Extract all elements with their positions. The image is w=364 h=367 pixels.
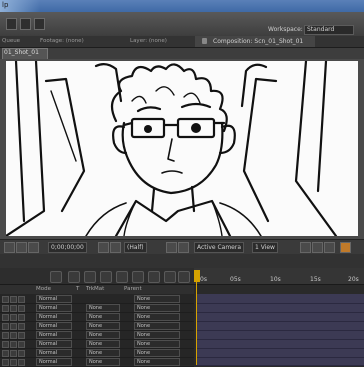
auto-keyframe-icon[interactable] [148,271,160,283]
current-time-line [196,282,197,365]
lock-switch-icon[interactable] [10,323,17,330]
safe-zones-icon[interactable] [16,242,27,253]
parent-dropdown[interactable]: None [134,304,180,312]
hide-shy-layers-icon[interactable] [84,271,96,283]
resolution-select[interactable]: (Half) [124,242,147,253]
ruler-tick: 05s [230,276,241,283]
lock-switch-icon[interactable] [10,296,17,303]
lock-icon[interactable] [202,38,207,44]
visibility-icon[interactable] [2,323,9,330]
frame-blending-icon[interactable] [100,271,112,283]
lock-switch-icon[interactable] [10,332,17,339]
label-color-icon[interactable] [18,332,25,339]
trkmat-dropdown[interactable]: None [86,340,120,348]
camera-select[interactable]: Active Camera [194,242,245,253]
tab-layer[interactable]: Layer: (none) [130,38,167,44]
mask-visibility-icon[interactable] [28,242,39,253]
visibility-icon[interactable] [2,350,9,357]
fast-previews-icon[interactable] [312,242,323,253]
label-color-icon[interactable] [18,350,25,357]
mode-dropdown[interactable]: Normal [36,295,72,303]
column-header-parent[interactable]: Parent [124,286,142,292]
parent-dropdown[interactable]: None [134,331,180,339]
live-update-icon[interactable] [178,271,190,283]
parent-dropdown[interactable]: None [134,313,180,321]
column-header-trkmat[interactable]: TrkMat [86,286,104,292]
visibility-icon[interactable] [2,296,9,303]
lock-switch-icon[interactable] [10,305,17,312]
mode-dropdown[interactable]: Normal [36,331,72,339]
title-bar [0,0,364,12]
workspace-label: Workspace: [268,26,303,33]
label-color-icon[interactable] [18,305,25,312]
color-channel-icon[interactable] [110,242,121,253]
visibility-icon[interactable] [2,314,9,321]
view-layout-select[interactable]: 1 View [252,242,278,253]
trkmat-dropdown[interactable]: None [86,322,120,330]
ruler-tick: 15s [310,276,321,283]
region-of-interest-icon[interactable] [166,242,177,253]
composition-canvas[interactable] [6,61,358,236]
transparency-grid-icon[interactable] [178,242,189,253]
mode-dropdown[interactable]: Normal [36,313,72,321]
ruler-tick: 0s [200,276,207,283]
magnification-icon[interactable] [4,242,15,253]
composition-mini-flowchart-icon[interactable] [50,271,62,283]
visibility-icon[interactable] [2,341,9,348]
trkmat-dropdown[interactable]: None [86,313,120,321]
mode-dropdown[interactable]: Normal [36,349,72,357]
ruler-tick: 20s [348,276,359,283]
column-header-t[interactable]: T [76,286,79,292]
trkmat-dropdown[interactable]: None [86,349,120,357]
lock-switch-icon[interactable] [10,314,17,321]
zoom-tool-icon[interactable] [34,18,45,30]
label-color-icon[interactable] [18,296,25,303]
visibility-icon[interactable] [2,332,9,339]
timeline-tab-bar [0,254,364,268]
parent-dropdown[interactable]: None [134,322,180,330]
snapshot-icon[interactable] [98,242,109,253]
parent-dropdown[interactable]: None [134,340,180,348]
app-title: lp [2,1,9,9]
timeline-toggle-icon[interactable] [324,242,335,253]
tab-footage[interactable]: Footage: (none) [40,38,84,44]
current-time-indicator[interactable] [194,270,200,282]
draft-3d-icon[interactable] [68,271,80,283]
lock-switch-icon[interactable] [10,350,17,357]
mode-dropdown[interactable]: Normal [36,304,72,312]
timecode-display[interactable]: 0;00;00;00 [48,242,87,253]
column-header-mode[interactable]: Mode [36,286,51,292]
layer-row[interactable]: Normal None None [0,357,194,367]
graph-editor-icon[interactable] [164,271,176,283]
mode-dropdown[interactable]: Normal [36,322,72,330]
parent-dropdown[interactable]: None [134,349,180,357]
brainstorm-icon[interactable] [132,271,144,283]
ruler-tick: 10s [270,276,281,283]
composition-subtab-bar [0,48,364,59]
composition-tab-label: Composition: Scn_01_Shot_01 [213,38,304,45]
visibility-icon[interactable] [2,305,9,312]
pixel-aspect-icon[interactable] [300,242,311,253]
label-color-icon[interactable] [18,314,25,321]
trkmat-dropdown[interactable]: None [86,331,120,339]
trkmat-dropdown[interactable]: None [86,304,120,312]
motion-blur-icon[interactable] [116,271,128,283]
label-color-icon[interactable] [18,341,25,348]
workspace-select[interactable]: Standard [304,25,354,35]
mode-dropdown[interactable]: Normal [36,340,72,348]
composition-subtab-label: 01_Shot_01 [4,49,39,56]
lock-switch-icon[interactable] [10,341,17,348]
render-flowchart-icon[interactable] [340,242,351,253]
tab-render-queue[interactable]: Queue [2,38,20,44]
label-color-icon[interactable] [18,323,25,330]
hand-tool-icon[interactable] [20,18,31,30]
parent-dropdown[interactable]: None [134,295,180,303]
selection-tool-icon[interactable] [6,18,17,30]
character-drawing [6,61,338,236]
